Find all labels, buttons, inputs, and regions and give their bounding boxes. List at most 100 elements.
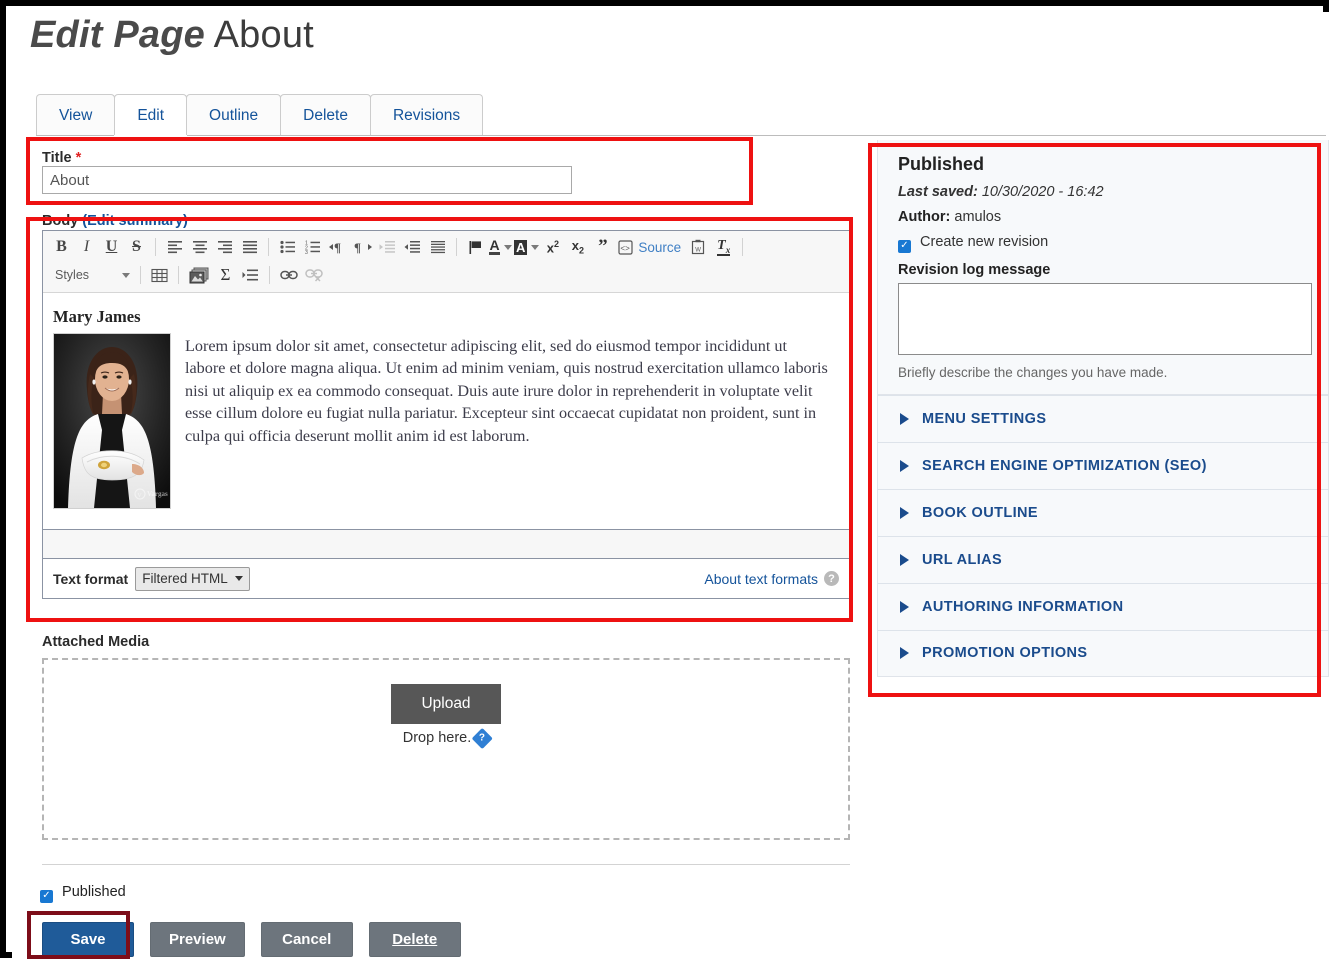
save-button[interactable]: Save: [42, 922, 134, 957]
tab-view[interactable]: View: [36, 94, 115, 135]
help-icon[interactable]: ?: [471, 727, 492, 748]
align-left-icon[interactable]: [163, 236, 186, 259]
media-dropzone[interactable]: Upload Drop here. ?: [42, 658, 850, 840]
table-icon[interactable]: [148, 264, 171, 287]
help-icon[interactable]: ?: [824, 571, 839, 586]
sidebar-item-promotion-options[interactable]: PROMOTION OPTIONS: [877, 630, 1329, 677]
help-icon-glyph: ?: [479, 732, 485, 743]
delete-button[interactable]: Delete: [369, 922, 461, 957]
published-checkbox-group[interactable]: ✓ Published: [40, 884, 126, 903]
triangle-right-icon: [900, 647, 909, 659]
align-center-icon[interactable]: [188, 236, 211, 259]
toolbar-separator: [269, 266, 270, 284]
sidebar-item-book-outline[interactable]: BOOK OUTLINE: [877, 489, 1329, 536]
styles-dropdown[interactable]: Styles: [49, 264, 134, 286]
triangle-right-icon: [900, 601, 909, 613]
remove-format-icon[interactable]: Tx: [712, 236, 735, 259]
attached-media-group: Attached Media Upload Drop here. ?: [42, 634, 850, 840]
bold-icon[interactable]: B: [50, 236, 73, 259]
upload-button[interactable]: Upload: [391, 684, 501, 724]
link-icon[interactable]: [277, 264, 300, 287]
tab-outline[interactable]: Outline: [186, 94, 281, 135]
text-format-label: Text format: [53, 571, 128, 587]
source-icon[interactable]: <>: [616, 236, 634, 259]
sidebar-item-url-alias[interactable]: URL ALIAS: [877, 536, 1329, 583]
form-actions: Save Preview Cancel Delete: [42, 922, 477, 957]
sidebar: Published Last saved: 10/30/2020 - 16:42…: [877, 140, 1329, 677]
numbered-list-icon[interactable]: 123: [301, 236, 324, 259]
text-color-icon[interactable]: A: [489, 236, 512, 259]
svg-text:<>: <>: [620, 244, 630, 253]
chevron-down-icon: [122, 273, 130, 278]
title-field-group: Title *: [42, 150, 572, 194]
svg-text:¶: ¶: [334, 240, 341, 254]
title-input[interactable]: [42, 166, 572, 194]
attached-media-label: Attached Media: [42, 634, 850, 650]
page-title-rest: About: [205, 14, 314, 56]
cancel-button[interactable]: Cancel: [261, 922, 353, 957]
required-asterisk: *: [76, 150, 82, 166]
tab-revisions[interactable]: Revisions: [370, 94, 483, 135]
edit-summary-link[interactable]: (Edit summary): [82, 213, 188, 229]
title-label: Title *: [42, 150, 572, 166]
svg-text:V: V: [137, 493, 142, 499]
text-format-select[interactable]: Filtered HTML: [135, 567, 250, 591]
drop-here-label: Drop here.: [403, 730, 472, 746]
tab-delete[interactable]: Delete: [280, 94, 371, 135]
italic-icon[interactable]: I: [75, 236, 98, 259]
about-text-formats-link[interactable]: About text formats: [704, 571, 818, 587]
sidebar-item-authoring-information[interactable]: AUTHORING INFORMATION: [877, 583, 1329, 630]
image-icon[interactable]: [186, 264, 212, 287]
subscript-icon[interactable]: x2: [566, 236, 589, 259]
outdent-icon[interactable]: [376, 236, 399, 259]
preview-button[interactable]: Preview: [150, 922, 245, 957]
create-revision-group[interactable]: ✓ Create new revision: [898, 234, 1312, 253]
align-justify-icon[interactable]: [238, 236, 261, 259]
superscript-icon[interactable]: x2: [541, 236, 564, 259]
unlink-icon[interactable]: [302, 264, 325, 287]
sidebar-item-menu-settings[interactable]: MENU SETTINGS: [877, 395, 1329, 442]
editor-toolbar: B I U S: [43, 231, 849, 293]
editor-content-area[interactable]: Mary James: [43, 293, 849, 529]
revision-log-textarea[interactable]: [898, 283, 1312, 355]
sidebar-accordion: MENU SETTINGS SEARCH ENGINE OPTIMIZATION…: [877, 395, 1329, 677]
triangle-right-icon: [900, 413, 909, 425]
tab-edit[interactable]: Edit: [114, 94, 187, 135]
sidebar-item-label: MENU SETTINGS: [922, 411, 1046, 427]
last-saved-row: Last saved: 10/30/2020 - 16:42: [898, 184, 1312, 200]
source-label[interactable]: Source: [638, 240, 681, 255]
underline-icon[interactable]: U: [100, 236, 123, 259]
math-formula-icon[interactable]: Σ: [214, 264, 237, 287]
insert-template-icon[interactable]: [239, 264, 262, 287]
text-direction-ltr-icon[interactable]: ¶: [326, 236, 349, 259]
bulleted-list-icon[interactable]: [276, 236, 299, 259]
published-checkbox[interactable]: ✓: [40, 890, 53, 903]
text-format-selected-value: Filtered HTML: [142, 571, 228, 586]
revision-log-label: Revision log message: [898, 262, 1312, 278]
body-content-row: V Vargas Lorem ipsum dolor sit amet, con…: [51, 333, 829, 509]
portrait-image[interactable]: V Vargas: [53, 333, 171, 509]
text-format-bar: Text format Filtered HTML About text for…: [43, 558, 849, 598]
body-label: Body (Edit summary): [42, 213, 188, 229]
text-direction-rtl-icon[interactable]: ¶: [351, 236, 374, 259]
create-revision-checkbox[interactable]: ✓: [898, 240, 911, 253]
author-row: Author: amulos: [898, 209, 1312, 225]
svg-text:3: 3: [305, 250, 308, 254]
triangle-right-icon: [900, 554, 909, 566]
chevron-down-icon: [235, 576, 243, 581]
align-right-icon[interactable]: [213, 236, 236, 259]
toolbar-separator: [140, 266, 141, 284]
toolbar-separator: [268, 238, 269, 256]
indent-icon[interactable]: [401, 236, 424, 259]
flag-icon[interactable]: [464, 236, 487, 259]
svg-text:¶: ¶: [354, 240, 361, 254]
background-color-icon[interactable]: A: [514, 236, 539, 259]
paste-from-word-icon[interactable]: W: [687, 236, 710, 259]
strikethrough-icon[interactable]: S: [125, 236, 148, 259]
toolbar-separator: [742, 238, 743, 256]
sidebar-item-seo[interactable]: SEARCH ENGINE OPTIMIZATION (SEO): [877, 442, 1329, 489]
body-editor: B I U S: [42, 230, 850, 599]
blockquote-icon[interactable]: ”: [591, 236, 614, 259]
block-justify-icon[interactable]: [426, 236, 449, 259]
published-checkbox-label: Published: [62, 884, 126, 900]
